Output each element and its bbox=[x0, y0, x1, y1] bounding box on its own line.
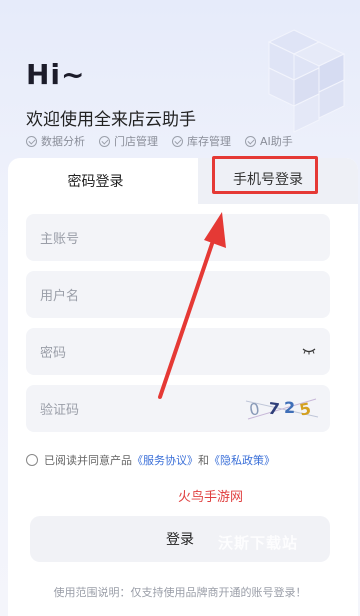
feature-item: AI助手 bbox=[245, 133, 293, 149]
main-account-input[interactable]: 主账号 bbox=[26, 214, 330, 261]
tab-password-login[interactable]: 密码登录 bbox=[8, 158, 183, 204]
captcha-input[interactable]: 验证码 0 7 2 5 bbox=[26, 385, 330, 432]
feature-label: AI助手 bbox=[260, 135, 293, 148]
feature-label: 门店管理 bbox=[114, 135, 158, 148]
captcha-image[interactable]: 0 7 2 5 bbox=[244, 393, 320, 423]
login-tabs: 密码登录 手机号登录 bbox=[8, 158, 358, 204]
password-placeholder: 密码 bbox=[40, 346, 67, 361]
captcha-placeholder: 验证码 bbox=[40, 403, 80, 418]
check-circle-icon bbox=[99, 135, 110, 147]
check-circle-icon bbox=[172, 135, 183, 147]
login-button-label: 登录 bbox=[166, 532, 194, 548]
watermark-text: 沃斯下载站 bbox=[218, 534, 299, 552]
eye-closed-icon[interactable] bbox=[302, 347, 316, 355]
feature-item: 库存管理 bbox=[172, 133, 231, 149]
feature-label: 库存管理 bbox=[187, 135, 231, 148]
agreement-radio[interactable] bbox=[26, 454, 38, 466]
watermark-text: 火鸟手游网 bbox=[178, 490, 244, 505]
greeting-title: Hi~ bbox=[26, 58, 86, 91]
feature-label: 数据分析 bbox=[41, 135, 85, 148]
footer-note: 使用范围说明：仅支持使用品牌商开通的账号登录！ bbox=[53, 586, 307, 599]
privacy-policy-link[interactable]: 《隐私政策》 bbox=[209, 452, 275, 468]
feature-item: 门店管理 bbox=[99, 133, 158, 149]
main-account-placeholder: 主账号 bbox=[40, 232, 80, 247]
agreement-row: 已阅读并同意产品 《服务协议》 和 《隐私政策》 bbox=[26, 452, 275, 468]
password-input[interactable]: 密码 bbox=[26, 328, 330, 375]
feature-list: 数据分析 门店管理 库存管理 AI助手 bbox=[26, 133, 293, 149]
agreement-and: 和 bbox=[198, 454, 209, 467]
cubes-illustration bbox=[267, 29, 346, 133]
check-circle-icon bbox=[245, 135, 256, 147]
hero: Hi~ 欢迎使用全来店云助手 bbox=[26, 58, 196, 130]
feature-item: 数据分析 bbox=[26, 133, 85, 149]
check-circle-icon bbox=[26, 135, 37, 147]
captcha-char: 2 bbox=[284, 398, 295, 417]
username-placeholder: 用户名 bbox=[40, 289, 80, 304]
service-agreement-link[interactable]: 《服务协议》 bbox=[132, 452, 198, 468]
agreement-prefix: 已阅读并同意产品 bbox=[44, 454, 132, 467]
tab-phone-login[interactable]: 手机号登录 bbox=[214, 161, 322, 197]
username-input[interactable]: 用户名 bbox=[26, 271, 330, 318]
welcome-subtitle: 欢迎使用全来店云助手 bbox=[26, 110, 196, 130]
